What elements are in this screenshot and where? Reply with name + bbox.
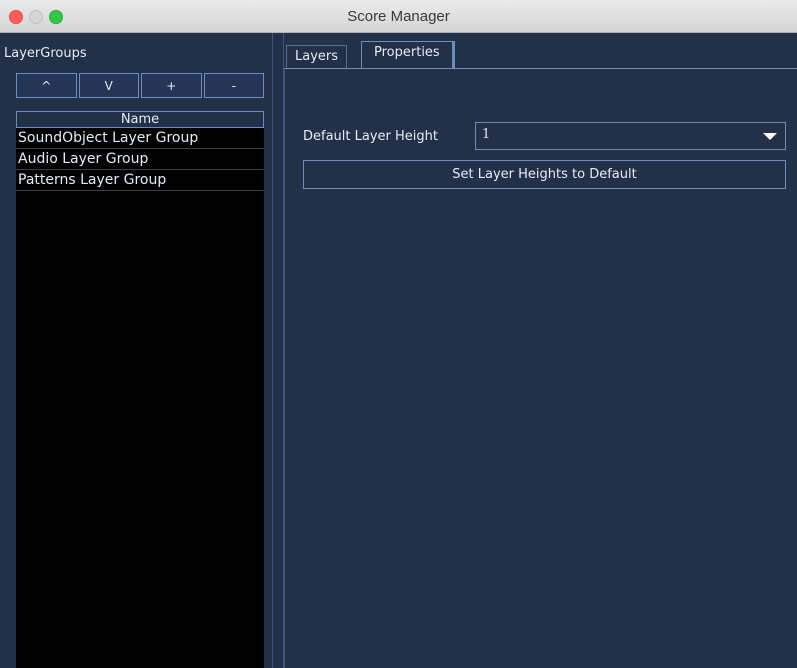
move-down-button[interactable]: V xyxy=(78,73,139,98)
window-title: Score Manager xyxy=(347,8,450,25)
chevron-down-icon[interactable] xyxy=(763,133,777,140)
default-layer-height-select[interactable]: 1 xyxy=(475,122,786,150)
layer-groups-panel: LayerGroups ^ V + - Name SoundObject Lay… xyxy=(0,33,272,668)
layer-groups-label: LayerGroups xyxy=(4,46,87,61)
add-group-button[interactable]: + xyxy=(141,73,202,98)
split-pane-divider[interactable] xyxy=(272,33,284,668)
tab-bar: Layers Properties xyxy=(284,41,797,69)
score-manager-window: Score Manager LayerGroups ^ V + - Name S… xyxy=(0,0,797,668)
layer-groups-table[interactable]: Name SoundObject Layer Group Audio Layer… xyxy=(16,111,264,668)
tab-properties[interactable]: Properties xyxy=(361,41,455,69)
default-layer-height-value: 1 xyxy=(482,127,491,142)
layer-group-toolbar: ^ V + - xyxy=(16,73,264,98)
properties-content: Default Layer Height 1 Set Layer Heights… xyxy=(284,69,797,668)
move-up-button[interactable]: ^ xyxy=(16,73,77,98)
default-layer-height-label: Default Layer Height xyxy=(303,129,438,144)
title-bar[interactable]: Score Manager xyxy=(0,0,797,33)
tab-layers[interactable]: Layers xyxy=(286,45,348,69)
table-row[interactable]: SoundObject Layer Group xyxy=(16,128,264,149)
remove-group-button[interactable]: - xyxy=(203,73,264,98)
table-row[interactable]: Audio Layer Group xyxy=(16,149,264,170)
properties-panel: Layers Properties Default Layer Height 1… xyxy=(284,33,797,668)
name-column-header[interactable]: Name xyxy=(16,111,264,128)
table-row[interactable]: Patterns Layer Group xyxy=(16,170,264,191)
set-layer-heights-button[interactable]: Set Layer Heights to Default xyxy=(303,160,786,189)
